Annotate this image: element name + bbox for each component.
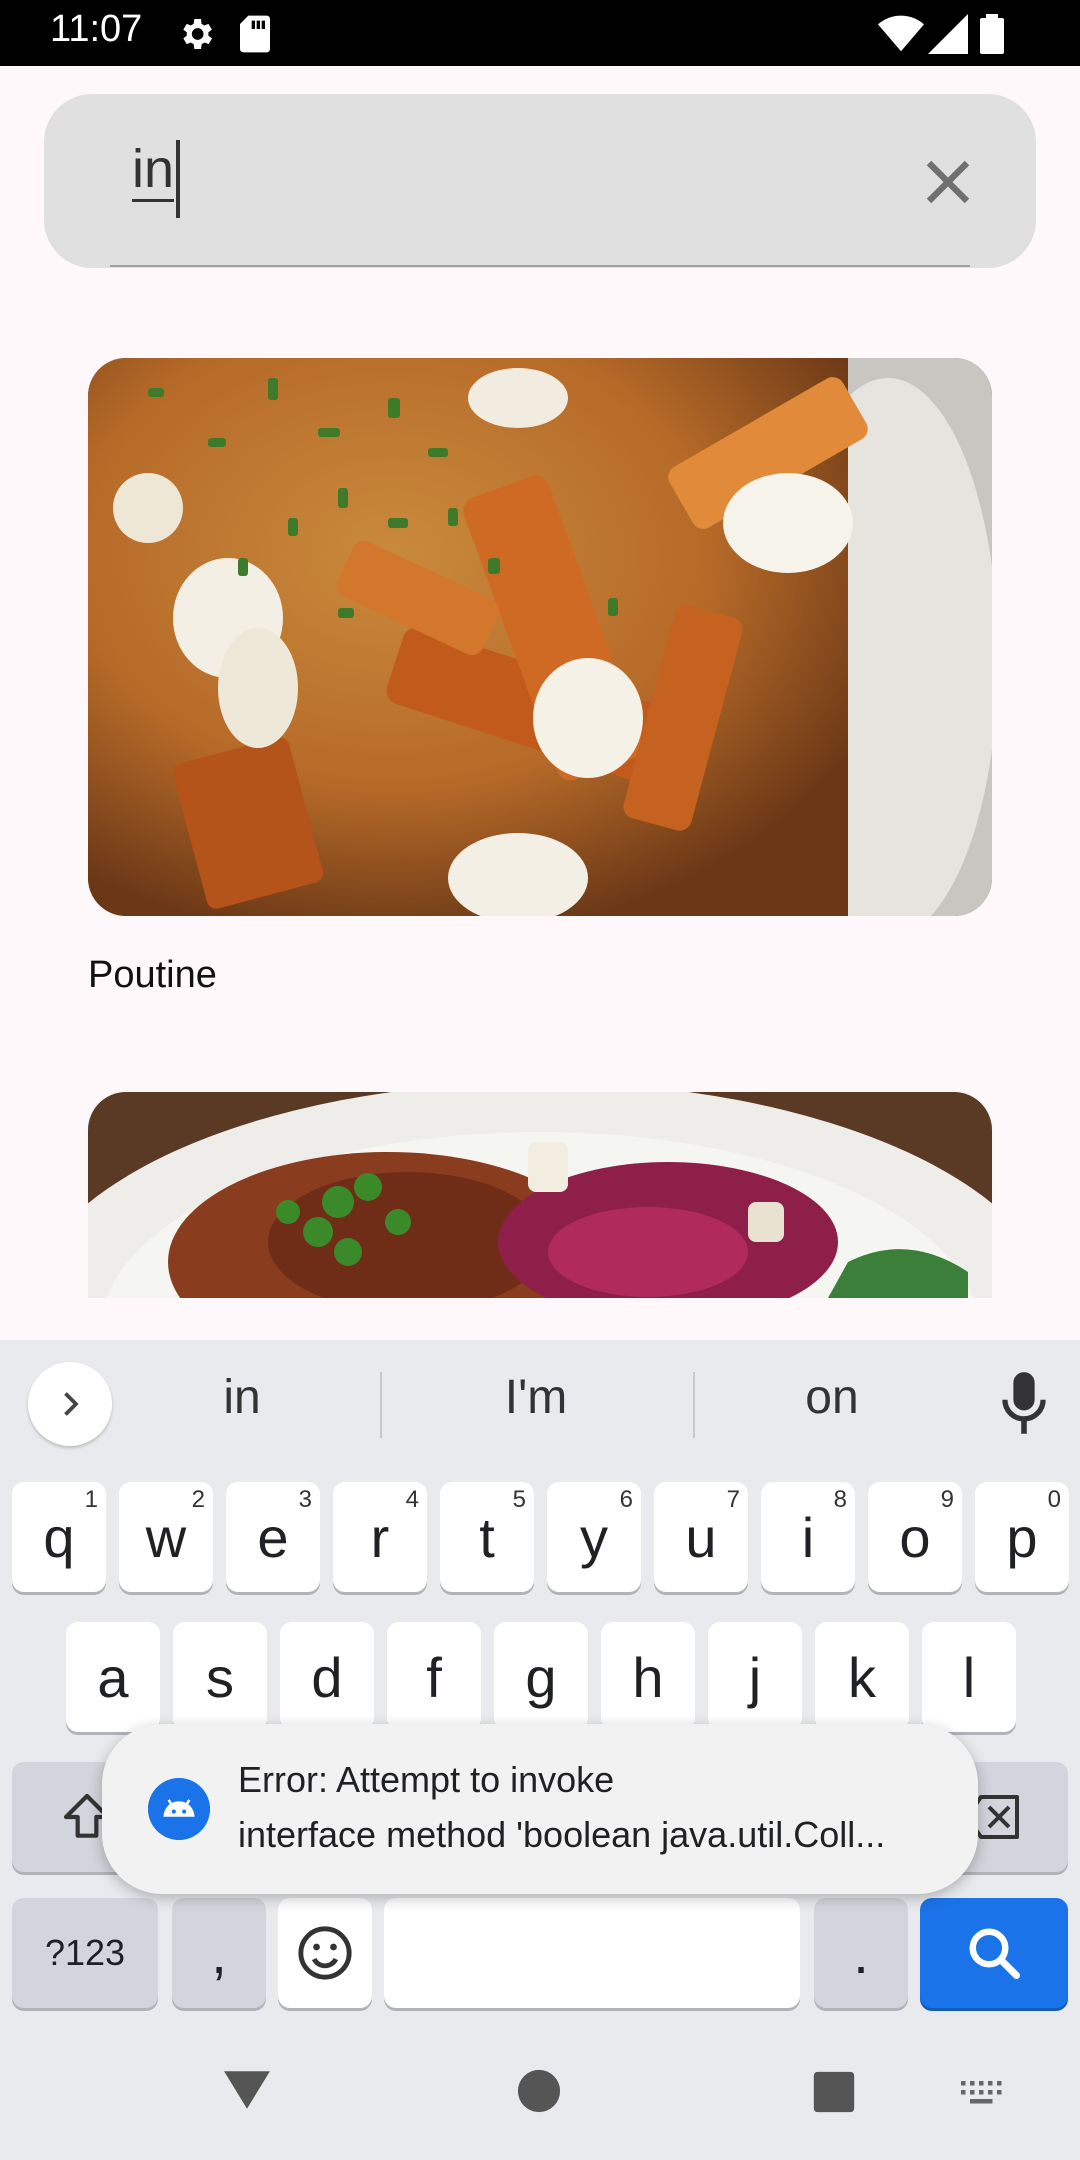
- key-hint: 1: [84, 1486, 98, 1513]
- comma-key[interactable]: ,: [172, 1898, 266, 2008]
- battery-icon: [980, 14, 1004, 54]
- search-icon: [969, 1928, 1020, 1979]
- sd-card-icon: [240, 15, 270, 53]
- search-input[interactable]: in: [132, 139, 175, 203]
- navigation-bar: [0, 2040, 1080, 2160]
- key-label: o: [899, 1505, 931, 1569]
- key-hint: 4: [405, 1486, 419, 1513]
- text-cursor: [176, 140, 180, 218]
- screen: 11:07 in Poutine in I'm on q 1 w 2 e 3 r…: [0, 0, 1080, 2160]
- key-u[interactable]: u7: [654, 1482, 748, 1592]
- key-p[interactable]: p0: [975, 1482, 1069, 1592]
- toast-line-1: Error: Attempt to invoke: [238, 1759, 615, 1800]
- key-w[interactable]: w2: [119, 1482, 213, 1592]
- chevron-right-icon: [64, 1392, 79, 1416]
- search-key[interactable]: [920, 1898, 1068, 2008]
- suggestion-1[interactable]: in: [122, 1370, 362, 1425]
- key-hint: 8: [833, 1486, 847, 1513]
- error-toast: Error: Attempt to invoke interface metho…: [102, 1724, 978, 1894]
- home-icon[interactable]: [516, 2068, 562, 2114]
- key-label: e: [257, 1505, 289, 1569]
- keyboard-switch-icon[interactable]: [958, 2078, 1006, 2108]
- key-label: w: [145, 1505, 187, 1569]
- cellular-signal-icon: [928, 14, 968, 54]
- key-g[interactable]: g: [494, 1622, 588, 1732]
- key-r[interactable]: r4: [333, 1482, 427, 1592]
- key-hint: 2: [191, 1486, 205, 1513]
- key-hint: 3: [298, 1486, 312, 1513]
- suggestion-3[interactable]: on: [712, 1370, 952, 1425]
- search-underline: [110, 265, 970, 267]
- key-f[interactable]: f: [387, 1622, 481, 1732]
- expand-toolbar-button[interactable]: [28, 1362, 112, 1446]
- key-y[interactable]: y6: [547, 1482, 641, 1592]
- key-a[interactable]: a: [66, 1622, 160, 1732]
- toast-line-2: interface method 'boolean java.util.Coll…: [238, 1814, 886, 1855]
- key-l[interactable]: l: [922, 1622, 1016, 1732]
- microphone-icon[interactable]: [998, 1370, 1050, 1438]
- close-icon[interactable]: [910, 144, 986, 220]
- suggestion-strip: in I'm on: [0, 1340, 1080, 1470]
- suggestion-divider: [380, 1372, 382, 1438]
- settings-gear-icon: [183, 19, 212, 49]
- emoji-key[interactable]: [278, 1898, 372, 2008]
- back-icon[interactable]: [222, 2068, 272, 2112]
- period-key[interactable]: .: [814, 1898, 908, 2008]
- key-hint: 9: [940, 1486, 954, 1513]
- toast-message: Error: Attempt to invoke interface metho…: [238, 1752, 958, 1862]
- suggestion-2[interactable]: I'm: [416, 1370, 656, 1425]
- recipe-title[interactable]: Poutine: [88, 954, 217, 997]
- key-label: i: [801, 1505, 815, 1569]
- key-k[interactable]: k: [815, 1622, 909, 1732]
- key-hint: 0: [1047, 1486, 1061, 1513]
- key-j[interactable]: j: [708, 1622, 802, 1732]
- key-hint: 6: [619, 1486, 633, 1513]
- recents-icon[interactable]: [812, 2070, 856, 2114]
- suggestion-divider: [693, 1372, 695, 1438]
- key-h[interactable]: h: [601, 1622, 695, 1732]
- recipe-card-image[interactable]: [88, 1092, 992, 1298]
- key-s[interactable]: s: [173, 1622, 267, 1732]
- poutine-photo: [88, 358, 992, 916]
- wifi-icon: [878, 15, 924, 52]
- search-field[interactable]: in: [44, 94, 1036, 268]
- status-bar: 11:07: [0, 0, 1080, 66]
- key-i[interactable]: i8: [761, 1482, 855, 1592]
- key-label: t: [479, 1505, 495, 1569]
- key-e[interactable]: e3: [226, 1482, 320, 1592]
- symbols-key[interactable]: ?123: [12, 1898, 158, 2008]
- key-label: r: [370, 1505, 390, 1569]
- key-label: u: [685, 1505, 717, 1569]
- braised-meat-with-red-cabbage-photo: [88, 1092, 992, 1298]
- key-hint: 7: [726, 1486, 740, 1513]
- key-hint: 5: [512, 1486, 526, 1513]
- key-d[interactable]: d: [280, 1622, 374, 1732]
- key-t[interactable]: t5: [440, 1482, 534, 1592]
- key-label: p: [1006, 1505, 1038, 1569]
- key-label: y: [580, 1505, 608, 1569]
- emoji-icon: [298, 1926, 352, 1980]
- android-app-icon: [148, 1778, 210, 1840]
- key-label: q: [43, 1505, 75, 1569]
- space-key[interactable]: [384, 1898, 800, 2008]
- key-q[interactable]: q1: [12, 1482, 106, 1592]
- status-time: 11:07: [50, 8, 143, 50]
- key-o[interactable]: o9: [868, 1482, 962, 1592]
- recipe-card-image[interactable]: [88, 358, 992, 916]
